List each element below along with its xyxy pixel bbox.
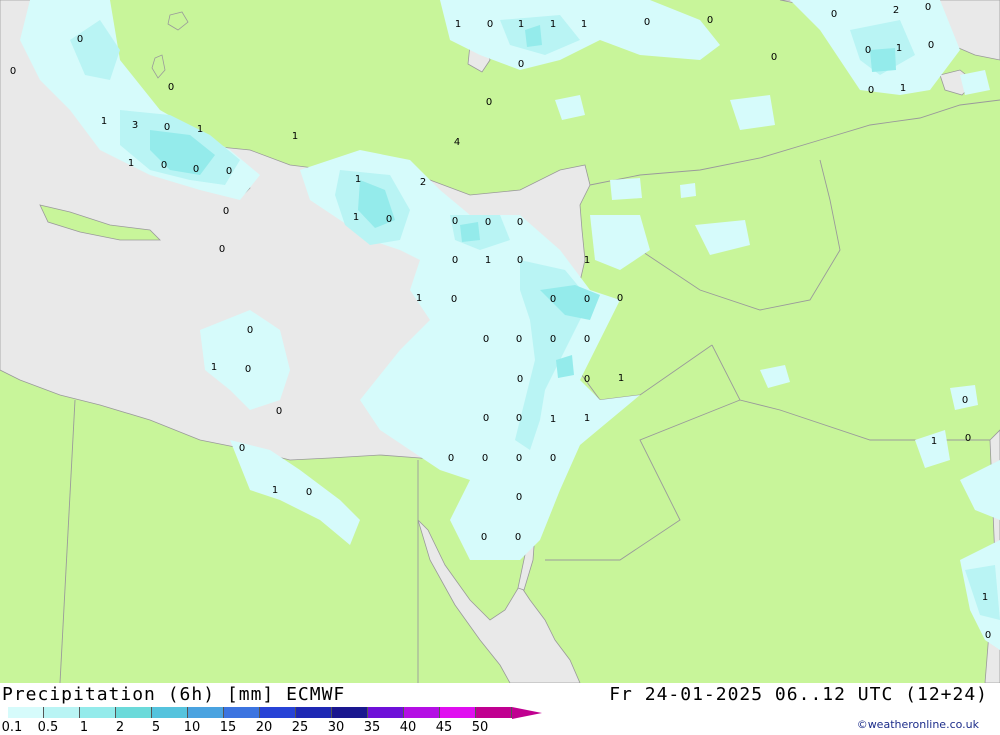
credit-link[interactable]: ©weatheronline.co.uk	[857, 718, 979, 731]
value-label: 0	[481, 532, 487, 543]
value-label: 1	[584, 255, 590, 266]
value-label: 1	[518, 19, 524, 30]
value-label: 1	[485, 255, 491, 266]
value-label: 1	[982, 592, 988, 603]
value-label: 0	[865, 45, 871, 56]
legend-swatch	[440, 707, 476, 718]
value-label: 1	[584, 413, 590, 424]
legend-swatch	[152, 707, 188, 718]
value-label: 0	[550, 453, 556, 464]
value-label: 1	[197, 124, 203, 135]
value-label: 0	[985, 630, 991, 641]
value-label: 0	[247, 325, 253, 336]
value-label: 0	[617, 293, 623, 304]
value-label: 0	[516, 334, 522, 345]
value-label: 0	[161, 160, 167, 171]
precipitation-map: 1 0 1 1 1 0 0 0 2 0 0 0 1 0 0 0 0 0 0 1 …	[0, 0, 1000, 683]
value-label: 0	[219, 244, 225, 255]
value-label: 0	[487, 19, 493, 30]
value-label: 0	[448, 453, 454, 464]
value-label: 0	[168, 82, 174, 93]
value-label: 1	[292, 131, 298, 142]
value-label: 0	[550, 294, 556, 305]
value-label: 0	[451, 294, 457, 305]
value-label: 0	[164, 122, 170, 133]
legend-swatch	[368, 707, 404, 718]
legend-swatch	[188, 707, 224, 718]
value-label: 0	[239, 443, 245, 454]
value-label: 0	[584, 334, 590, 345]
map-title: Precipitation (6h) [mm] ECMWF	[2, 684, 346, 705]
value-label: 0	[226, 166, 232, 177]
value-label: 0	[868, 85, 874, 96]
value-label: 0	[193, 164, 199, 175]
value-label: 0	[276, 406, 282, 417]
value-label: 0	[965, 433, 971, 444]
footer: Precipitation (6h) [mm] ECMWF Fr 24-01-2…	[0, 683, 1000, 735]
valid-time: Fr 24-01-2025 06..12 UTC (12+24)	[609, 684, 988, 705]
value-label: 0	[644, 17, 650, 28]
value-label: 1	[896, 43, 902, 54]
value-label: 0	[452, 216, 458, 227]
value-label: 0	[306, 487, 312, 498]
legend-swatch	[116, 707, 152, 718]
value-label: 0	[517, 217, 523, 228]
value-label: 0	[245, 364, 251, 375]
value-label: 0	[584, 294, 590, 305]
value-label: 0	[483, 413, 489, 424]
value-label: 1	[353, 212, 359, 223]
value-label: 0	[516, 413, 522, 424]
value-label: 0	[550, 334, 556, 345]
legend-swatch	[404, 707, 440, 718]
value-label: 0	[517, 374, 523, 385]
value-label: 0	[831, 9, 837, 20]
value-label: 2	[893, 5, 899, 16]
value-label: 1	[355, 174, 361, 185]
value-label: 0	[928, 40, 934, 51]
value-label: 0	[223, 206, 229, 217]
value-label: 0	[485, 217, 491, 228]
value-label: 1	[550, 414, 556, 425]
legend-arrow	[512, 707, 542, 719]
value-label: 0	[707, 15, 713, 26]
legend-swatch	[8, 707, 44, 718]
value-label: 1	[101, 116, 107, 127]
value-label: 0	[925, 2, 931, 13]
value-label: 0	[516, 453, 522, 464]
legend-swatch	[80, 707, 116, 718]
value-label: 0	[452, 255, 458, 266]
value-label: 0	[10, 66, 16, 77]
value-label: 0	[77, 34, 83, 45]
value-label: 1	[455, 19, 461, 30]
value-label: 0	[483, 334, 489, 345]
value-label: 1	[272, 485, 278, 496]
value-label: 0	[386, 214, 392, 225]
value-label: 0	[518, 59, 524, 70]
value-label: 0	[962, 395, 968, 406]
value-label: 0	[584, 374, 590, 385]
value-label: 0	[515, 532, 521, 543]
legend-swatch	[296, 707, 332, 718]
value-label: 0	[516, 492, 522, 503]
value-label: 0	[486, 97, 492, 108]
value-label: 0	[517, 255, 523, 266]
legend-swatch	[476, 707, 512, 718]
value-label: 4	[454, 137, 460, 148]
value-label: 0	[771, 52, 777, 63]
value-label: 1	[581, 19, 587, 30]
value-label: 3	[132, 120, 138, 131]
value-label: 1	[211, 362, 217, 373]
value-label: 1	[618, 373, 624, 384]
value-label: 1	[900, 83, 906, 94]
legend-swatch	[44, 707, 80, 718]
value-label: 1	[931, 436, 937, 447]
legend-swatch	[260, 707, 296, 718]
value-label: 1	[416, 293, 422, 304]
value-label: 1	[550, 19, 556, 30]
value-label: 0	[482, 453, 488, 464]
value-label: 2	[420, 177, 426, 188]
value-label: 1	[128, 158, 134, 169]
legend-swatch	[332, 707, 368, 718]
legend-swatch	[224, 707, 260, 718]
